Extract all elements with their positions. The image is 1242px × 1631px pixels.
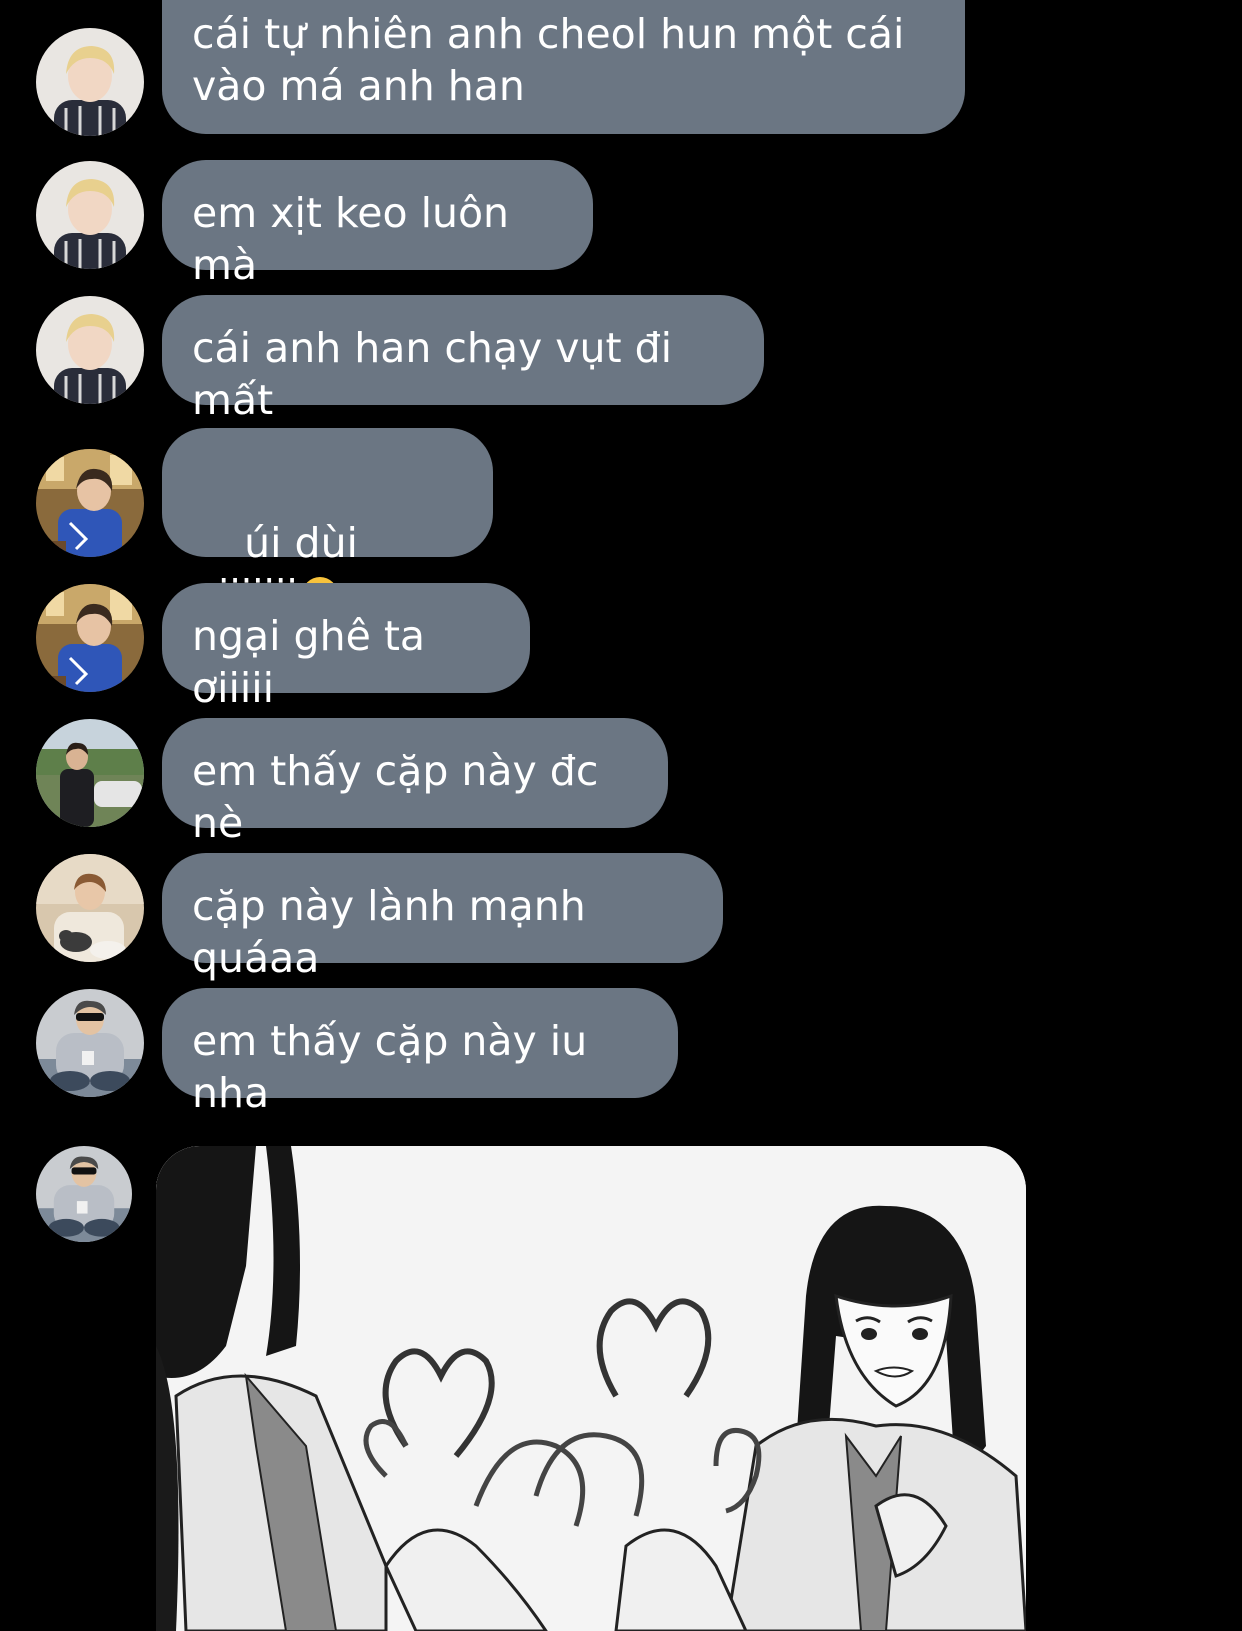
message-bubble[interactable]: ngại ghê ta ơiiiii xyxy=(162,583,530,712)
blonde-person-avatar[interactable] xyxy=(36,296,144,404)
message-bubble[interactable]: cặp này lành mạnh quáaa xyxy=(162,853,723,982)
blue-shirt-person-avatar[interactable] xyxy=(36,449,144,557)
message-bubble[interactable]: cái tự nhiên anh cheol hun một cái vào m… xyxy=(162,0,965,134)
message-bubble[interactable]: em xịt keo luôn mà xyxy=(162,160,593,289)
message-row: em thấy cặp này đc nè xyxy=(0,716,1242,847)
message-row: ngại ghê ta ơiiiii xyxy=(0,581,1242,712)
message-bubble[interactable]: úi dùi uiiiiiii xyxy=(162,428,493,619)
sunglasses-person-avatar[interactable] xyxy=(36,1146,132,1242)
message-row: em xịt keo luôn mà xyxy=(0,158,1242,289)
message-row: cặp này lành mạnh quáaa xyxy=(0,851,1242,982)
message-row: úi dùi uiiiiiii xyxy=(0,428,1242,619)
message-row: cái tự nhiên anh cheol hun một cái vào m… xyxy=(0,0,1242,140)
blonde-person-avatar[interactable] xyxy=(36,28,144,136)
message-bubble[interactable]: cái anh han chạy vụt đi mất xyxy=(162,295,764,424)
message-row: em thấy cặp này iu nha xyxy=(0,986,1242,1117)
manga-heart-hands-image[interactable] xyxy=(156,1146,1026,1631)
message-row: cái anh han chạy vụt đi mất xyxy=(0,293,1242,424)
outdoor-person-avatar[interactable] xyxy=(36,719,144,827)
sunglasses-person-avatar[interactable] xyxy=(36,989,144,1097)
message-bubble[interactable]: em thấy cặp này đc nè xyxy=(162,718,668,847)
person-with-cat-avatar[interactable] xyxy=(36,854,144,962)
blonde-person-avatar[interactable] xyxy=(36,161,144,269)
blue-shirt-person-avatar[interactable] xyxy=(36,584,144,692)
message-bubble[interactable]: em thấy cặp này iu nha xyxy=(162,988,678,1117)
